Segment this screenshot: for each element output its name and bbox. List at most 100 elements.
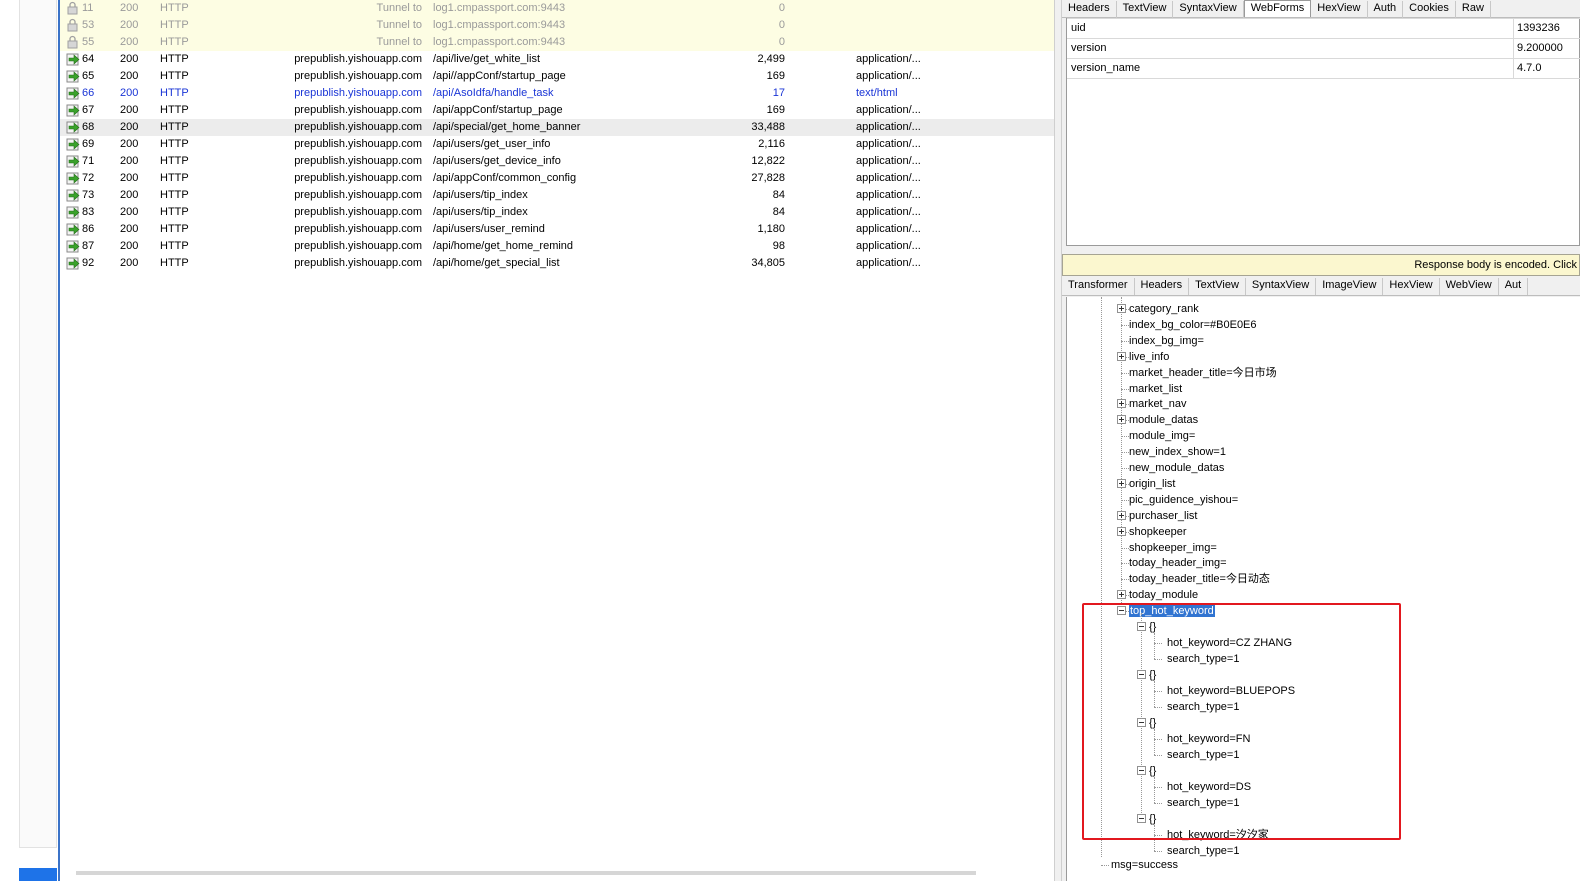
session-row[interactable]: 92 200 HTTP prepublish.yishouapp.com/api/ho… xyxy=(60,255,1054,272)
session-content-type: application/... xyxy=(856,189,921,201)
session-row[interactable]: 67 200 HTTP prepublish.yishouapp.com/api/ap… xyxy=(60,102,1054,119)
tree-node[interactable]: module_datas xyxy=(1129,412,1198,428)
tree-node[interactable]: category_rank xyxy=(1129,301,1199,317)
tree-node[interactable]: new_index_show=1 xyxy=(1129,444,1226,460)
tree-node[interactable]: index_bg_img= xyxy=(1129,333,1204,349)
session-row[interactable]: 73 200 HTTP prepublish.yishouapp.com/api/us… xyxy=(60,187,1054,204)
tree-node[interactable]: today_module xyxy=(1129,587,1198,603)
session-result: 200 xyxy=(120,36,139,48)
session-result: 200 xyxy=(120,138,139,150)
session-content-type: application/... xyxy=(856,53,921,65)
session-body-size: 2,499 xyxy=(757,53,785,65)
session-row[interactable]: 53 200 HTTP Tunnel to log1.cmpassport.com:94… xyxy=(60,17,1054,34)
session-protocol: HTTP xyxy=(160,138,189,150)
tree-node-label: market_nav xyxy=(1129,398,1187,410)
gutter-blue-button[interactable] xyxy=(19,868,57,881)
tree-connector xyxy=(1121,548,1129,549)
response-tab[interactable]: Headers xyxy=(1135,278,1190,295)
session-host: prepublish.yishouapp.com xyxy=(294,240,422,252)
pane-splitter[interactable] xyxy=(1054,0,1062,881)
session-row[interactable]: 86 200 HTTP prepublish.yishouapp.com/api/us… xyxy=(60,221,1054,238)
tree-node[interactable]: market_header_title=今日市场 xyxy=(1129,365,1277,381)
response-tab[interactable]: Transformer xyxy=(1062,278,1135,295)
session-protocol: HTTP xyxy=(160,155,189,167)
session-url: /api/home/get_special_list xyxy=(433,257,560,269)
expand-icon[interactable] xyxy=(1117,399,1126,408)
session-body-size: 33,488 xyxy=(751,121,785,133)
expand-icon[interactable] xyxy=(1117,304,1126,313)
tree-node[interactable]: live_info xyxy=(1129,349,1169,365)
tree-node-label: index_bg_color=#B0E0E6 xyxy=(1129,319,1257,331)
tree-node[interactable]: msg=success xyxy=(1111,857,1178,873)
response-tab[interactable]: SyntaxView xyxy=(1246,278,1317,295)
response-arrow-icon xyxy=(66,103,80,117)
session-row[interactable]: 68 200 HTTP prepublish.yishouapp.com/api/sp… xyxy=(60,119,1054,136)
session-content-type: application/... xyxy=(856,172,921,184)
session-number: 64 xyxy=(82,53,95,65)
tree-node-label: today_header_img= xyxy=(1129,557,1227,569)
encoded-notice-bar[interactable]: Response body is encoded. Click xyxy=(1062,254,1580,276)
tree-node[interactable]: index_bg_color=#B0E0E6 xyxy=(1129,317,1257,333)
session-row[interactable]: 69 200 HTTP prepublish.yishouapp.com/api/us… xyxy=(60,136,1054,153)
session-number: 86 xyxy=(82,223,95,235)
session-host: prepublish.yishouapp.com xyxy=(294,189,422,201)
session-number: 69 xyxy=(82,138,95,150)
session-body-size: 98 xyxy=(772,240,785,252)
session-protocol: HTTP xyxy=(160,53,189,65)
response-tabs: Transformer Headers TextView SyntaxView Imag… xyxy=(1062,278,1580,296)
tree-node[interactable]: today_header_title=今日动态 xyxy=(1129,571,1270,587)
response-tab[interactable]: WebView xyxy=(1440,278,1499,295)
session-protocol: HTTP xyxy=(160,87,189,99)
session-host: prepublish.yishouapp.com xyxy=(294,155,422,167)
tree-node[interactable]: today_header_img= xyxy=(1129,555,1227,571)
tree-node[interactable]: market_nav xyxy=(1129,396,1186,412)
expand-icon[interactable] xyxy=(1117,511,1126,520)
session-number: 66 xyxy=(82,87,95,99)
tree-node-label: live_info xyxy=(1129,351,1170,363)
session-row[interactable]: 55 200 HTTP Tunnel to log1.cmpassport.com:94… xyxy=(60,34,1054,51)
tree-node[interactable]: pic_guidence_yishou= xyxy=(1129,492,1238,508)
response-tab[interactable]: ImageView xyxy=(1316,278,1384,295)
session-row[interactable]: 71 200 HTTP prepublish.yishouapp.com/api/us… xyxy=(60,153,1054,170)
session-row[interactable]: 65 200 HTTP prepublish.yishouapp.com/api//a… xyxy=(60,68,1054,85)
session-protocol: HTTP xyxy=(160,2,189,14)
tree-connector xyxy=(1154,851,1162,852)
tree-node[interactable]: new_module_datas xyxy=(1129,460,1224,476)
expand-icon[interactable] xyxy=(1117,415,1126,424)
session-row[interactable]: 87 200 HTTP prepublish.yishouapp.com/api/ho… xyxy=(60,238,1054,255)
tree-guide-line xyxy=(1121,297,1122,603)
tree-node[interactable]: purchaser_list xyxy=(1129,508,1197,524)
session-number: 71 xyxy=(82,155,95,167)
tree-node[interactable]: shopkeeper xyxy=(1129,524,1187,540)
tree-connector xyxy=(1121,389,1129,390)
session-result: 200 xyxy=(120,206,139,218)
tree-connector xyxy=(1121,325,1129,326)
session-protocol: HTTP xyxy=(160,19,189,31)
tree-node-label: new_index_show=1 xyxy=(1129,446,1226,458)
response-tab[interactable]: Aut xyxy=(1499,278,1529,295)
expand-icon[interactable] xyxy=(1117,479,1126,488)
session-row[interactable]: 83 200 HTTP prepublish.yishouapp.com/api/us… xyxy=(60,204,1054,221)
session-row[interactable]: 66 200 HTTP prepublish.yishouapp.com/api/As… xyxy=(60,85,1054,102)
tree-node[interactable]: origin_list xyxy=(1129,476,1175,492)
session-row[interactable]: 64 200 HTTP prepublish.yishouapp.com/api/li… xyxy=(60,51,1054,68)
response-arrow-icon xyxy=(66,86,80,100)
session-content-type: application/... xyxy=(856,240,921,252)
tree-node[interactable]: module_img= xyxy=(1129,428,1195,444)
session-row[interactable]: 72 200 HTTP prepublish.yishouapp.com/api/ap… xyxy=(60,170,1054,187)
session-row[interactable]: 11 200 HTTP Tunnel to log1.cmpassport.com:94… xyxy=(60,0,1054,17)
param-key: version xyxy=(1071,42,1107,54)
expand-icon[interactable] xyxy=(1117,590,1126,599)
session-url: /api/special/get_home_banner xyxy=(433,121,581,133)
session-protocol: HTTP xyxy=(160,223,189,235)
tree-node[interactable]: market_list xyxy=(1129,381,1182,397)
horizontal-scrollbar[interactable] xyxy=(76,871,976,875)
lock-icon xyxy=(66,18,80,32)
param-key: uid xyxy=(1071,22,1086,34)
expand-icon[interactable] xyxy=(1117,352,1126,361)
tree-node[interactable]: shopkeeper_img= xyxy=(1129,540,1217,556)
response-tab[interactable]: HexView xyxy=(1383,278,1440,295)
response-tab[interactable]: TextView xyxy=(1189,278,1246,295)
tree-node-label: purchaser_list xyxy=(1129,510,1198,522)
expand-icon[interactable] xyxy=(1117,527,1126,536)
